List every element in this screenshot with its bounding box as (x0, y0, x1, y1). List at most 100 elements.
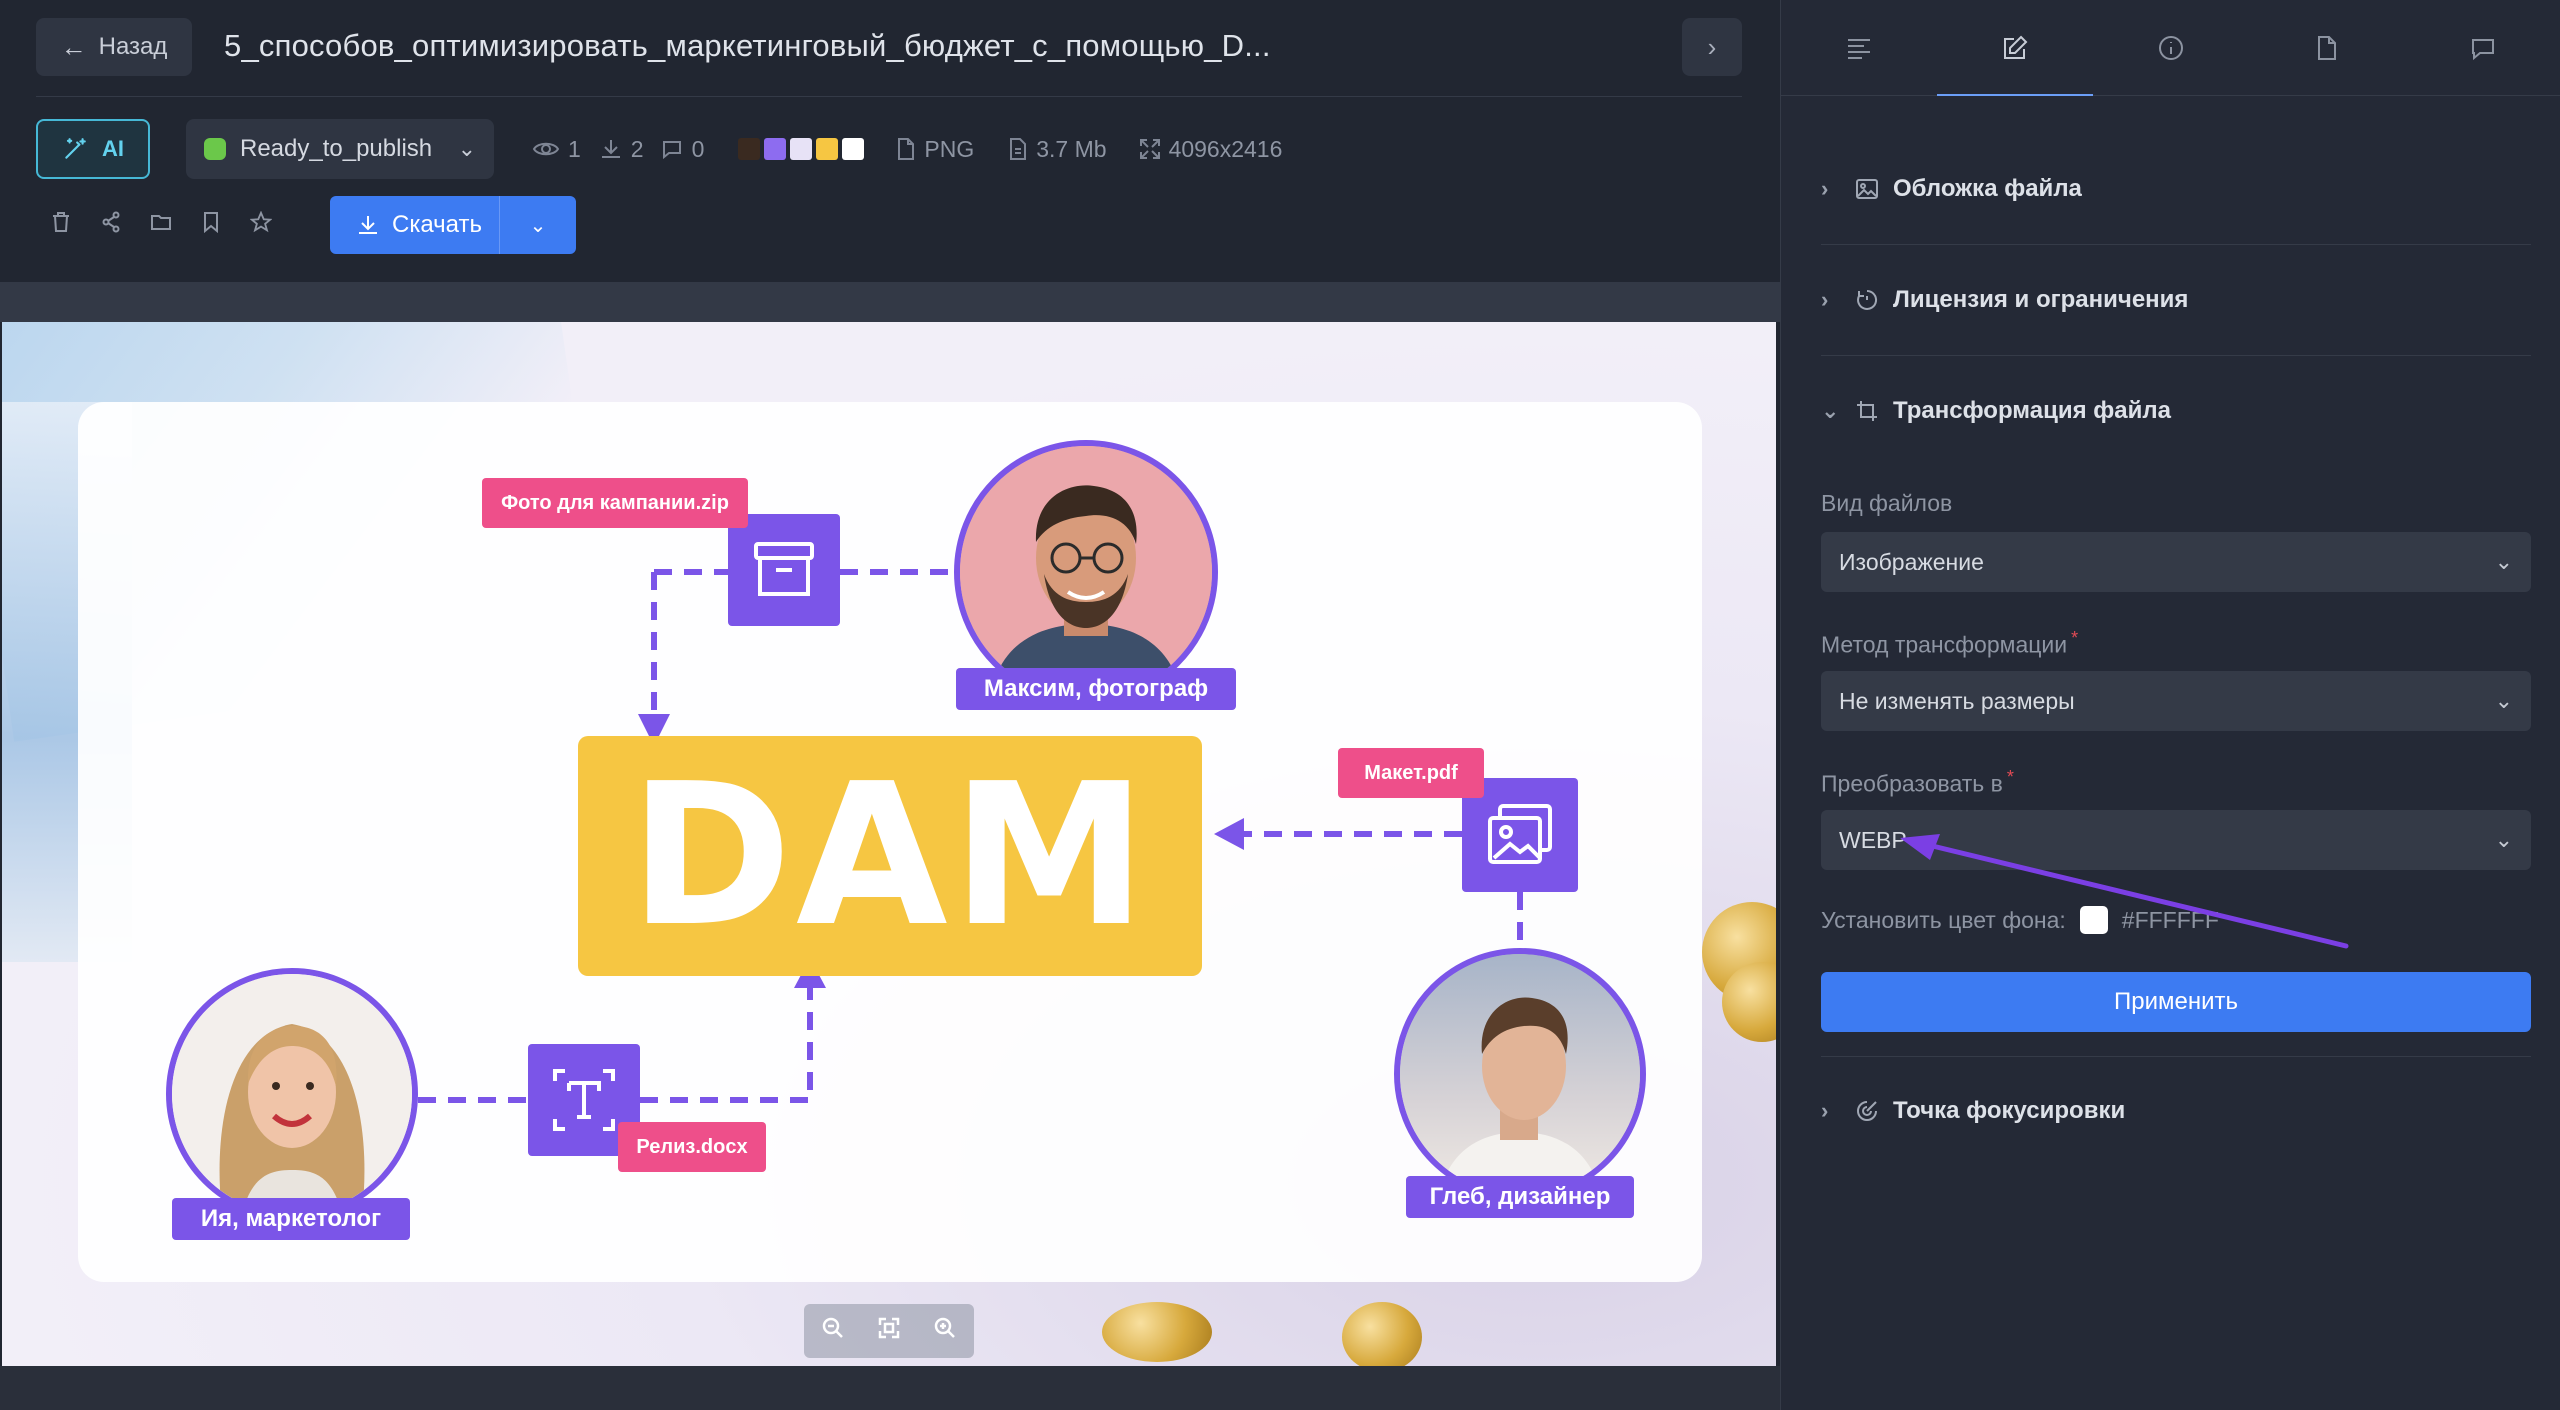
next-button[interactable]: › (1682, 18, 1742, 76)
chevron-right-icon: › (1821, 287, 1829, 312)
palette-swatch (738, 138, 761, 160)
method-value: Не изменять размеры (1839, 687, 2075, 714)
actions-toolbar: Скачать ⌄ (36, 196, 576, 254)
image-preview[interactable]: DAM Фото для кампании.zip Макет.pdf Рели… (2, 322, 1776, 1366)
preview-bottom-band (0, 1366, 1780, 1410)
file-tag-zip: Фото для кампании.zip (482, 478, 748, 528)
section-license[interactable]: › Лицензия и ограничения (1821, 245, 2531, 355)
convert-select[interactable]: WEBP ⌄ (1821, 810, 2531, 870)
section-transform-title: Трансформация файла (1893, 397, 2171, 424)
share-icon[interactable] (86, 211, 136, 239)
bg-color-swatch[interactable] (2079, 906, 2108, 934)
status-select[interactable]: Ready_to_publish ⌄ (186, 119, 494, 179)
timer-icon (1857, 289, 1878, 310)
format-value: PNG (924, 135, 975, 162)
chevron-right-icon: › (1707, 31, 1717, 62)
file-format: PNG (896, 136, 974, 163)
file-title: 5_способов_оптимизировать_маркетинговый_… (224, 28, 1271, 63)
file-type-select[interactable]: Изображение ⌄ (1821, 532, 2531, 592)
size-value: 3.7 Mb (1036, 135, 1107, 162)
preview-top-band (0, 282, 1780, 322)
file-type-label-text: Вид файлов (1821, 490, 1953, 516)
tab-comments[interactable] (2405, 0, 2560, 95)
folder-icon[interactable] (136, 212, 186, 238)
edit-icon (2004, 35, 2028, 59)
bookmark-icon[interactable] (186, 211, 236, 239)
method-select[interactable]: Не изменять размеры ⌄ (1821, 671, 2531, 731)
fit-screen-icon[interactable] (878, 1317, 900, 1345)
bg-color-value: #FFFFFF (2121, 906, 2219, 933)
chevron-right-icon: › (1821, 1098, 1829, 1123)
dimensions-value: 4096x2416 (1168, 135, 1283, 162)
star-icon[interactable] (236, 210, 286, 239)
eye-icon (532, 142, 560, 156)
back-button[interactable]: ← Назад (36, 18, 192, 76)
section-focus-title: Точка фокусировки (1893, 1097, 2126, 1124)
downloads-value: 2 (630, 135, 644, 162)
tab-file[interactable] (2249, 0, 2405, 95)
ai-label: AI (102, 136, 124, 161)
zoom-out-icon[interactable] (821, 1316, 845, 1346)
palette-swatch (816, 138, 839, 160)
zoom-in-icon[interactable] (933, 1316, 957, 1346)
properties-panel: › Обложка файла › Лицензия и ограничения… (1780, 0, 2560, 1410)
trash-icon[interactable] (36, 211, 86, 239)
download-label: Скачать (392, 211, 482, 238)
name-tag-marketer: Ия, маркетолог (172, 1198, 410, 1240)
file-tag-docx: Релиз.docx (618, 1122, 766, 1172)
back-label: Назад (98, 33, 168, 60)
views-value: 1 (568, 135, 581, 162)
align-left-icon (1848, 38, 1870, 59)
avatar-marketer (166, 968, 418, 1220)
tab-edit[interactable] (1937, 0, 2093, 96)
section-transform[interactable]: ⌄ Трансформация файла (1821, 356, 2531, 466)
zoom-controls (804, 1304, 974, 1358)
arrow-left-icon: ← (60, 31, 87, 62)
arrow-head (1214, 818, 1244, 850)
section-cover[interactable]: › Обложка файла (1821, 134, 2531, 244)
magic-wand-icon (65, 138, 86, 159)
convert-label-text: Преобразовать в (1821, 770, 2003, 797)
info-icon (2159, 35, 2183, 60)
chevron-down-icon: ⌄ (1821, 398, 1840, 423)
file-size: 3.7 Mb (1008, 135, 1107, 163)
comment-icon (2472, 38, 2494, 60)
file-tag-pdf: Макет.pdf (1338, 748, 1484, 798)
section-license-title: Лицензия и ограничения (1893, 286, 2189, 313)
chevron-down-icon: ⌄ (2494, 549, 2513, 574)
status-value: Ready_to_publish (240, 135, 433, 162)
tab-details[interactable] (1781, 0, 1937, 95)
file-size-icon (1010, 138, 1027, 160)
viewer-pane: ← Назад 5_способов_оптимизировать_маркет… (0, 0, 1780, 1410)
downloads-count: 2 (599, 136, 644, 163)
file-icon (898, 138, 915, 160)
method-label: Метод трансформации * (1821, 628, 2078, 659)
palette-swatch (790, 138, 813, 160)
ai-button[interactable]: AI (36, 119, 150, 179)
archive-icon (728, 514, 840, 626)
chevron-down-icon: ⌄ (2494, 827, 2513, 852)
comment-icon (662, 141, 681, 160)
download-icon (601, 140, 620, 158)
expand-icon (1139, 139, 1160, 159)
chevron-right-icon: › (1821, 176, 1829, 201)
document-icon (2318, 35, 2336, 60)
download-options-button[interactable]: ⌄ (500, 213, 576, 238)
avatar-photographer (954, 440, 1218, 704)
comments-value: 0 (691, 135, 705, 162)
color-palette (738, 138, 865, 160)
file-type-label: Вид файлов (1821, 490, 1952, 517)
download-button[interactable]: Скачать (330, 196, 500, 254)
image-icon (1856, 179, 1878, 199)
tab-info[interactable] (2093, 0, 2249, 95)
dam-block: DAM (578, 736, 1202, 976)
palette-swatch (842, 138, 865, 160)
viewer-header: ← Назад 5_способов_оптимизировать_маркет… (0, 0, 1780, 96)
image-dimensions: 4096x2416 (1139, 135, 1283, 163)
bg-color-label: Установить цвет фона: (1821, 906, 2066, 933)
chevron-down-icon: ⌄ (2494, 688, 2513, 713)
section-focus[interactable]: › Точка фокусировки (1821, 1056, 2531, 1166)
chevron-down-icon: ⌄ (457, 136, 476, 161)
required-mark: * (2071, 628, 2079, 648)
apply-button[interactable]: Применить (1821, 972, 2531, 1032)
